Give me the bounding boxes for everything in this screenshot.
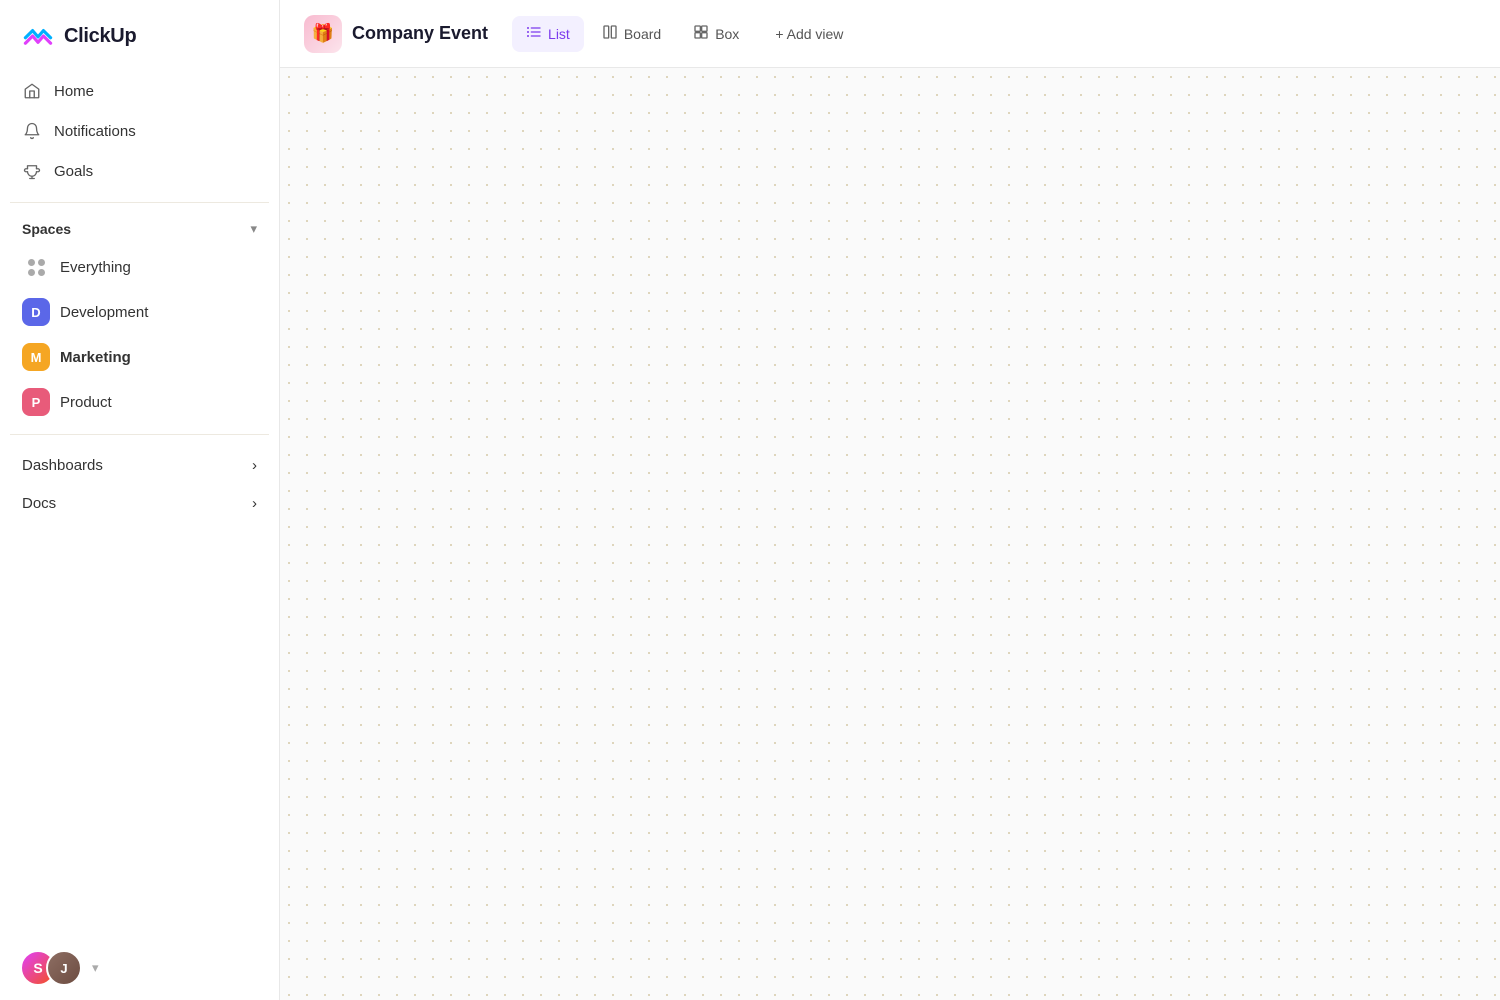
avatar-group[interactable]: S J xyxy=(20,950,82,986)
tab-list-label: List xyxy=(548,26,570,42)
everything-dots-icon xyxy=(22,253,50,281)
sidebar: ClickUp Home Notifications xyxy=(0,0,280,1000)
box-tab-icon xyxy=(693,24,709,44)
tab-board[interactable]: Board xyxy=(588,16,675,52)
list-tab-icon xyxy=(526,24,542,44)
sidebar-item-home-label: Home xyxy=(54,83,94,100)
tab-box[interactable]: Box xyxy=(679,16,753,52)
sidebar-item-notifications-label: Notifications xyxy=(54,123,136,140)
nav-item-docs[interactable]: Docs › xyxy=(10,485,269,522)
dashboards-label: Dashboards xyxy=(22,457,103,474)
divider-1 xyxy=(10,202,269,203)
space-label-marketing: Marketing xyxy=(60,349,131,366)
docs-label: Docs xyxy=(22,495,56,512)
sidebar-item-notifications[interactable]: Notifications xyxy=(10,112,269,150)
space-item-everything[interactable]: Everything xyxy=(10,245,269,289)
trophy-icon xyxy=(22,161,42,181)
add-view-button[interactable]: + Add view xyxy=(761,18,857,50)
tab-board-label: Board xyxy=(624,26,661,42)
project-header: 🎁 Company Event xyxy=(304,15,488,53)
space-badge-development: D xyxy=(22,298,50,326)
clickup-logo-icon xyxy=(20,18,56,54)
add-view-label: + Add view xyxy=(775,26,843,42)
logo-text: ClickUp xyxy=(64,25,136,48)
spaces-chevron-icon: ▾ xyxy=(250,221,257,237)
spaces-title: Spaces xyxy=(22,221,71,237)
sidebar-item-goals[interactable]: Goals xyxy=(10,152,269,190)
tab-box-label: Box xyxy=(715,26,739,42)
tab-list[interactable]: List xyxy=(512,16,584,52)
spaces-header[interactable]: Spaces ▾ xyxy=(0,211,279,243)
space-badge-product: P xyxy=(22,388,50,416)
docs-chevron-icon: › xyxy=(252,495,257,512)
dashboards-chevron-icon: › xyxy=(252,457,257,474)
board-tab-icon xyxy=(602,24,618,44)
sidebar-item-home[interactable]: Home xyxy=(10,72,269,110)
spaces-list: Everything D Development M Marketing P P… xyxy=(0,243,279,426)
view-tabs: List Board xyxy=(512,16,857,52)
space-item-product[interactable]: P Product xyxy=(10,380,269,424)
project-name: Company Event xyxy=(352,23,488,44)
divider-2 xyxy=(10,434,269,435)
section-nav: Dashboards › Docs › xyxy=(0,443,279,526)
avatar-img: J xyxy=(46,950,82,986)
main-content: 🎁 Company Event List xyxy=(280,0,1500,1000)
space-label-development: Development xyxy=(60,304,148,321)
sidebar-item-goals-label: Goals xyxy=(54,163,93,180)
space-item-marketing[interactable]: M Marketing xyxy=(10,335,269,379)
sidebar-bottom: S J ▾ xyxy=(0,936,279,1000)
project-icon: 🎁 xyxy=(304,15,342,53)
space-label-product: Product xyxy=(60,394,112,411)
space-label-everything: Everything xyxy=(60,259,131,276)
content-area xyxy=(280,68,1500,1000)
space-badge-marketing: M xyxy=(22,343,50,371)
logo-area: ClickUp xyxy=(0,0,279,68)
nav-item-dashboards[interactable]: Dashboards › xyxy=(10,447,269,484)
sidebar-nav: Home Notifications xyxy=(0,68,279,194)
home-icon xyxy=(22,81,42,101)
avatar-chevron-icon[interactable]: ▾ xyxy=(92,960,99,976)
bell-icon xyxy=(22,121,42,141)
space-item-development[interactable]: D Development xyxy=(10,290,269,334)
topbar: 🎁 Company Event List xyxy=(280,0,1500,68)
